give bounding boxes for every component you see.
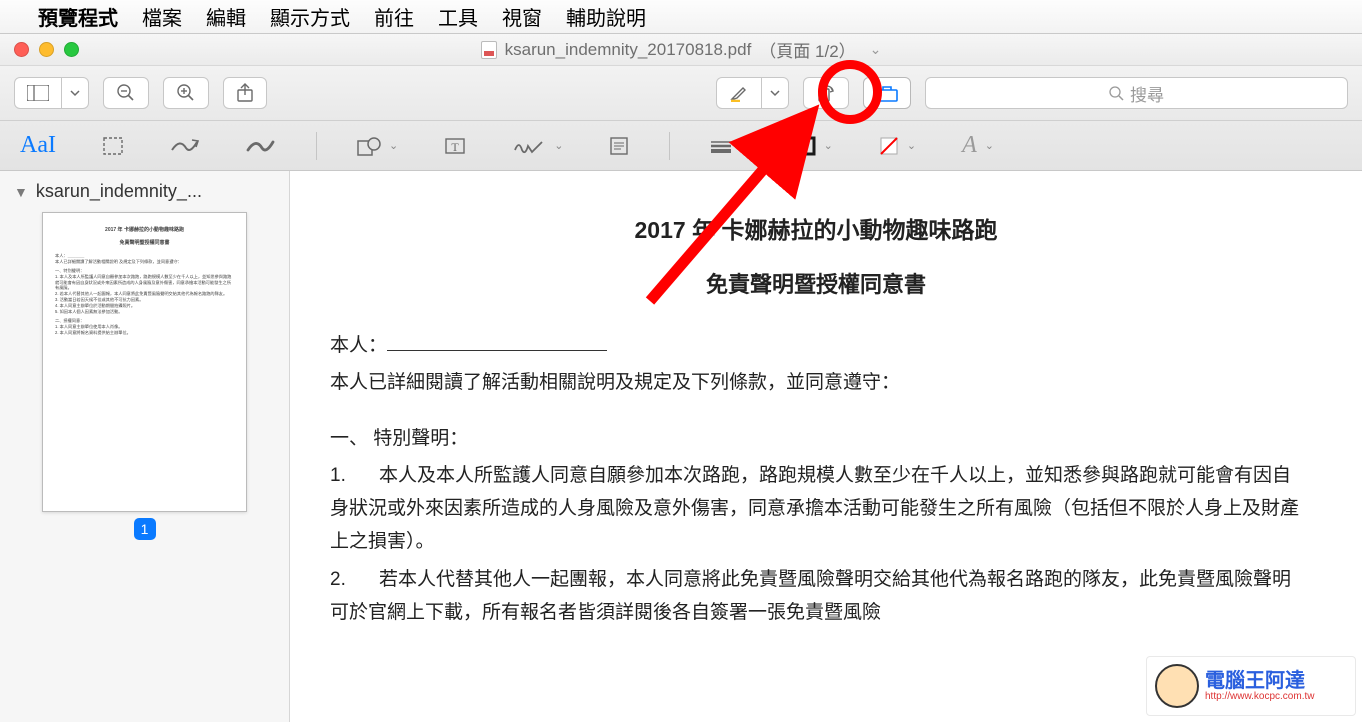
- draw-tool[interactable]: [240, 132, 282, 160]
- watermark-url: http://www.kocpc.com.tw: [1205, 691, 1314, 702]
- menu-file[interactable]: 檔案: [142, 2, 182, 31]
- text-selection-tool[interactable]: AaI: [14, 128, 62, 163]
- share-button[interactable]: [223, 77, 267, 109]
- doc-item-1: 1. 本人及本人所監護人同意自願參加本次路跑，路跑規模人數至少在千人以上，並知悉…: [330, 459, 1302, 559]
- chevron-down-icon: ⌄: [907, 139, 916, 152]
- chevron-down-icon: ⌄: [389, 139, 398, 152]
- page-number-badge[interactable]: 1: [134, 518, 156, 540]
- shapes-tool[interactable]: ⌄: [351, 132, 404, 160]
- font-style-tool[interactable]: A ⌄: [956, 128, 1000, 163]
- page-thumbnail-1[interactable]: 2017 年 卡娜赫拉的小動物趣味路跑 免責聲明暨授權同意書 本人：＿＿＿＿ 本…: [42, 212, 247, 512]
- search-icon: [1109, 86, 1124, 101]
- pdf-icon: [481, 41, 497, 59]
- page-indicator: （頁面 1/2）: [759, 37, 855, 62]
- sidebar-view-button[interactable]: [14, 77, 62, 109]
- view-mode-dropdown[interactable]: [62, 77, 89, 109]
- thumbnail-sidebar: ▼ ksarun_indemnity_... 2017 年 卡娜赫拉的小動物趣味…: [0, 171, 290, 722]
- sidebar-filename: ksarun_indemnity_...: [36, 181, 202, 202]
- app-name[interactable]: 預覽程式: [38, 2, 118, 31]
- svg-text:T: T: [452, 140, 460, 154]
- menu-edit[interactable]: 編輯: [206, 2, 246, 31]
- view-mode-segment: [14, 77, 89, 109]
- doc-section1-title: 一、 特別聲明：: [330, 422, 1302, 455]
- chevron-down-icon: ⌄: [554, 139, 563, 152]
- macos-menubar: 預覽程式 檔案 編輯 顯示方式 前往 工具 視窗 輔助說明: [0, 0, 1362, 34]
- menu-go[interactable]: 前往: [374, 2, 414, 31]
- menu-view[interactable]: 顯示方式: [270, 2, 350, 31]
- zoom-out-button[interactable]: [103, 77, 149, 109]
- window-titlebar: ksarun_indemnity_20170818.pdf （頁面 1/2） ⌄: [0, 34, 1362, 66]
- sketch-tool[interactable]: [164, 132, 206, 160]
- watermark-brand: 電腦王阿達: [1205, 671, 1314, 691]
- file-disclosure-row[interactable]: ▼ ksarun_indemnity_...: [14, 181, 275, 202]
- annotation-red-arrow: [630, 101, 850, 321]
- rectangular-selection-tool[interactable]: [96, 132, 130, 160]
- search-placeholder: 搜尋: [1130, 81, 1164, 106]
- text-box-tool[interactable]: T: [438, 132, 472, 160]
- menu-tools[interactable]: 工具: [438, 2, 478, 31]
- watermark-avatar-icon: [1155, 664, 1199, 708]
- menu-help[interactable]: 輔助說明: [566, 2, 646, 31]
- menu-window[interactable]: 視窗: [502, 2, 542, 31]
- window-title[interactable]: ksarun_indemnity_20170818.pdf （頁面 1/2） ⌄: [0, 37, 1362, 62]
- chevron-down-icon: ⌄: [985, 139, 994, 152]
- doc-item-2: 2. 若本人代替其他人一起團報，本人同意將此免責暨風險聲明交給其他代為報名路跑的…: [330, 563, 1302, 630]
- zoom-in-button[interactable]: [163, 77, 209, 109]
- main-toolbar: 搜尋: [0, 66, 1362, 121]
- document-filename: ksarun_indemnity_20170818.pdf: [505, 40, 752, 60]
- watermark-logo: 電腦王阿達 http://www.kocpc.com.tw: [1146, 656, 1356, 716]
- search-input[interactable]: 搜尋: [925, 77, 1348, 109]
- doc-line-person: 本人：: [330, 329, 1302, 362]
- fill-color-tool[interactable]: ⌄: [873, 132, 922, 160]
- annotation-red-circle: [818, 60, 882, 124]
- sign-tool[interactable]: ⌄: [506, 132, 569, 160]
- disclosure-triangle-icon: ▼: [14, 184, 28, 200]
- doc-line-intro: 本人已詳細閱讀了解活動相關說明及規定及下列條款，並同意遵守：: [330, 366, 1302, 399]
- chevron-down-icon[interactable]: ⌄: [870, 41, 882, 58]
